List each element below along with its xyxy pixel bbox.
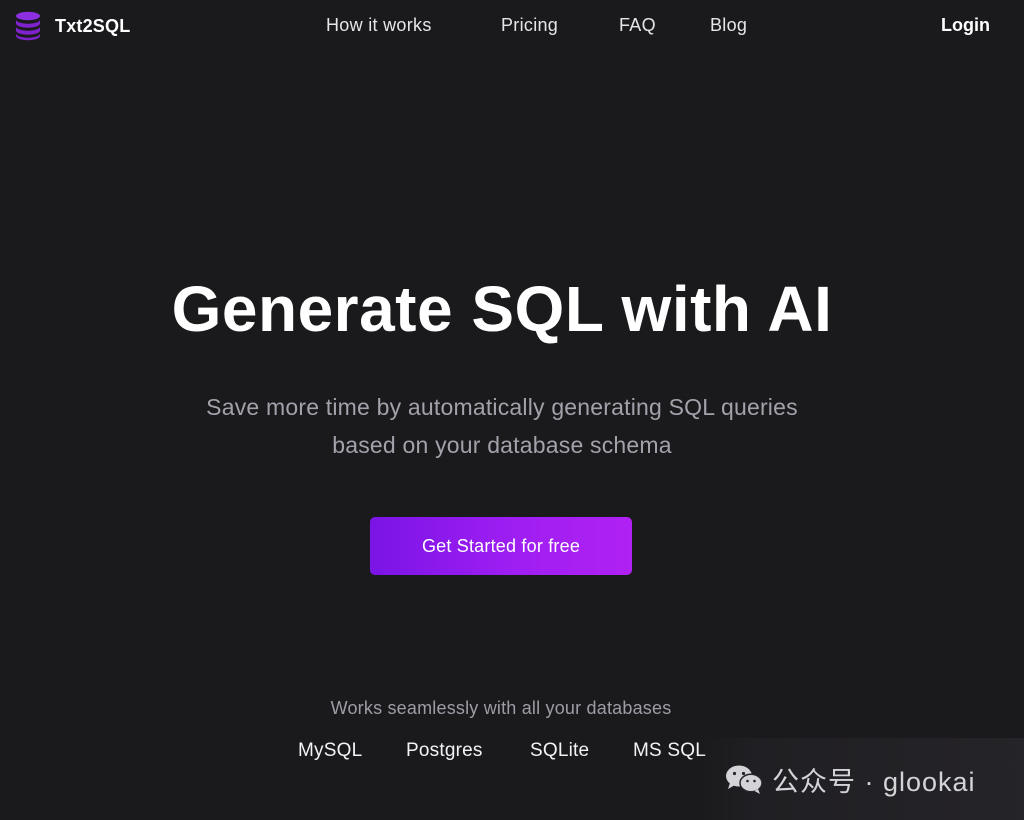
database-item-sqlite: SQLite [530,740,590,761]
database-item-mysql: MySQL [298,740,363,761]
database-item-postgres: Postgres [406,740,483,761]
nav-how-it-works[interactable]: How it works [326,15,432,36]
login-link[interactable]: Login [941,15,990,36]
wechat-icon [724,763,764,795]
watermark: 公众号 · glookai [698,738,1024,820]
hero-subtitle-line-2: based on your database schema [332,432,672,458]
watermark-text: 公众号 · glookai [772,766,976,797]
nav-blog[interactable]: Blog [710,15,747,36]
database-item-mssql: MS SQL [633,740,706,761]
hero-subtitle-line-1: Save more time by automatically generati… [206,394,798,420]
hero-subtitle: Save more time by automatically generati… [150,388,854,464]
nav-pricing[interactable]: Pricing [501,15,558,36]
top-navbar: Txt2SQL How it works Pricing FAQ Blog Lo… [0,0,1024,54]
main-nav: How it works Pricing FAQ Blog [0,15,1024,39]
nav-faq[interactable]: FAQ [619,15,656,36]
databases-caption: Works seamlessly with all your databases [330,698,672,718]
get-started-button[interactable]: Get Started for free [370,517,632,575]
hero-title: Generate SQL with AI [171,273,833,345]
